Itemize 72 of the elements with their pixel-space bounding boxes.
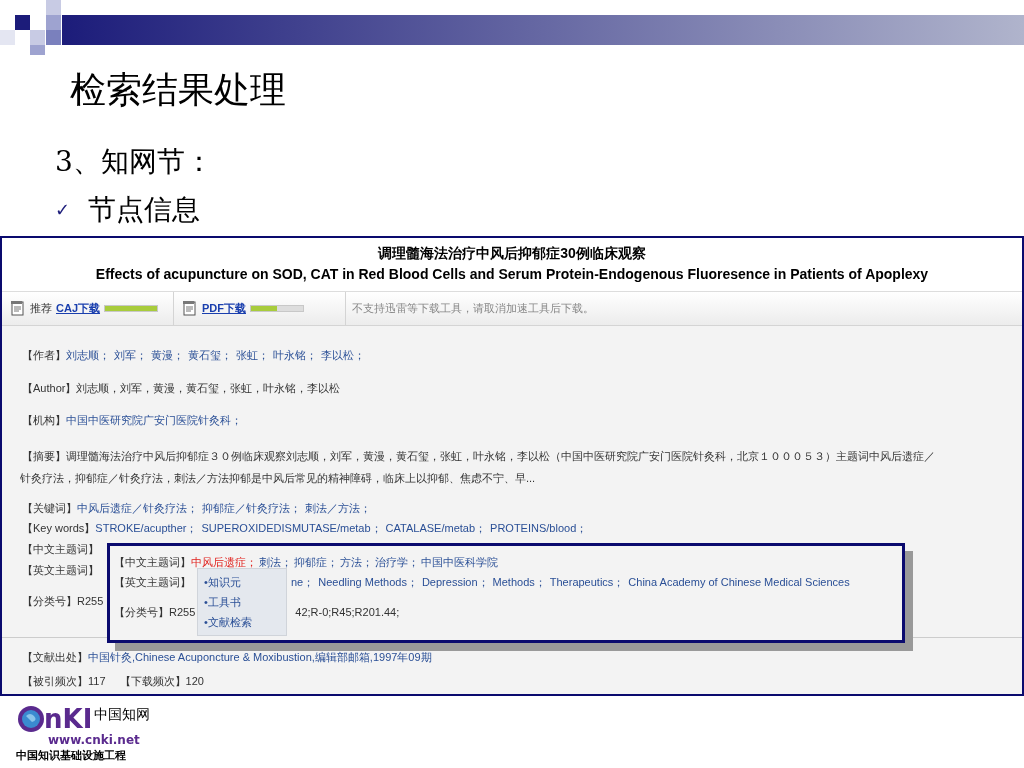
field-label: 【作者】 bbox=[22, 348, 66, 364]
field-link[interactable]: CATALASE/metab； bbox=[385, 520, 487, 537]
field-label: 【Author】 bbox=[22, 381, 77, 397]
field-link[interactable]: 刘志顺； bbox=[66, 347, 110, 364]
field-label: 【摘要】 bbox=[22, 448, 66, 464]
field-label: 【中文主题词】 bbox=[114, 554, 191, 570]
field-label: 【关键词】 bbox=[22, 501, 77, 517]
subject-link[interactable]: 刺法； bbox=[259, 553, 292, 571]
field-link[interactable]: 中国中医研究院广安门医院针灸科； bbox=[66, 412, 242, 429]
globe-icon bbox=[16, 704, 46, 734]
field-value: R255 bbox=[169, 604, 196, 620]
count-text: 【被引频次】117 bbox=[22, 673, 106, 689]
field-value: 刘志顺，刘军，黄漫，黄石玺，张虹，叶永铭，李以松 bbox=[76, 381, 341, 397]
document-icon bbox=[10, 300, 26, 317]
field-link[interactable]: STROKE/acupther； bbox=[95, 520, 198, 537]
field-link[interactable]: 张虹； bbox=[236, 347, 269, 364]
recommend-label: 推荐 bbox=[30, 300, 52, 316]
document-icon bbox=[182, 300, 198, 317]
field-label: 【文献出处】 bbox=[22, 649, 88, 665]
logo-tagline: 中国知识基础设施工程 bbox=[16, 748, 127, 764]
subject-link[interactable]: 方法； bbox=[340, 553, 373, 571]
abstract-line: 针灸疗法，抑郁症／针灸疗法，刺法／方法抑郁是中风后常见的精神障碍，临床上以抑郁、焦虑不宁、早... bbox=[20, 470, 537, 486]
article-title: 调理髓海法治疗中风后抑郁症30例临床观察 bbox=[378, 244, 646, 264]
count-text: 【下载频次】120 bbox=[119, 673, 204, 689]
source-link[interactable]: ,Chinese Acuponcture & Moxibustion bbox=[132, 648, 312, 666]
abstract-line: 调理髓海法治疗中风后抑郁症３０例临床观察刘志顺，刘军，黄漫，黄石玺，张虹，叶永铭，李以松（中国中医研究院广安门医院针灸科，北京１０００５３）主题词中风后遗症／ bbox=[66, 448, 935, 464]
article-title-english: Effects of acupuncture on SOD, CAT in Red Blood Cells and Serum Protein-Endogenous Fluoresence in Patients of Apoplexy bbox=[95, 265, 929, 285]
slide-title: 检索结果处理 bbox=[70, 68, 286, 112]
download-link[interactable]: CAJ下载 bbox=[56, 299, 100, 317]
subject-link[interactable]: ne； bbox=[291, 573, 315, 591]
subject-link[interactable]: 抑郁症； bbox=[294, 553, 338, 571]
field-label: 【英文主题词】 bbox=[114, 574, 191, 590]
field-label: 【Key words】 bbox=[22, 521, 96, 537]
bullet-text: 节点信息 bbox=[88, 191, 201, 228]
field-link[interactable]: 叶永铭； bbox=[273, 347, 317, 364]
logo-chinese: 中国知网 bbox=[94, 705, 151, 724]
field-link[interactable]: PROTEINS/blood； bbox=[490, 520, 588, 537]
field-link[interactable]: 刺法／方法； bbox=[305, 500, 371, 517]
subject-link[interactable]: Methods； bbox=[492, 573, 546, 591]
menu-item[interactable]: •知识元 bbox=[204, 572, 286, 592]
field-label: 【英文主题词】 bbox=[22, 563, 99, 579]
field-value: 42;R-0;R45;R201.44; bbox=[295, 604, 400, 620]
menu-item[interactable]: •工具书 bbox=[204, 592, 286, 612]
source-link[interactable]: 中国针灸 bbox=[88, 648, 132, 666]
subject-link[interactable]: 治疗学； bbox=[375, 553, 419, 571]
subject-link[interactable]: 中风后遗症； bbox=[191, 553, 257, 571]
field-link[interactable]: 黄漫； bbox=[151, 347, 184, 364]
field-link[interactable]: 抑郁症／针灸疗法； bbox=[202, 500, 301, 517]
subject-link[interactable]: Therapeutics； bbox=[549, 573, 625, 591]
slide-subtitle: 3、知网节： bbox=[55, 144, 213, 180]
source-link[interactable]: ,1997年09期 bbox=[369, 648, 432, 666]
download-link[interactable]: PDF下载 bbox=[202, 299, 246, 317]
field-label: 【中文主题词】 bbox=[22, 542, 99, 558]
download-notice: 不支持迅雷等下载工具，请取消加速工具后下载。 bbox=[351, 300, 594, 316]
subject-link[interactable]: Needling Methods； bbox=[318, 573, 418, 591]
field-label: 【机构】 bbox=[22, 413, 66, 429]
source-link[interactable]: ,编辑部邮箱 bbox=[311, 648, 370, 666]
menu-item[interactable]: •文献检索 bbox=[204, 612, 286, 632]
logo-url: www.cnki.net bbox=[48, 734, 141, 746]
field-label: 【分类号】 bbox=[114, 604, 169, 620]
field-link[interactable]: 李以松； bbox=[321, 347, 365, 364]
check-icon: ✓ bbox=[55, 196, 71, 223]
field-link[interactable]: SUPEROXIDEDISMUTASE/metab； bbox=[201, 520, 382, 537]
field-link[interactable]: 刘军； bbox=[114, 347, 147, 364]
field-link[interactable]: 中风后遗症／针灸疗法； bbox=[77, 500, 198, 517]
field-label: 【分类号】 bbox=[22, 594, 77, 610]
field-link[interactable]: 黄石玺； bbox=[188, 347, 232, 364]
logo-mark: nKI bbox=[44, 706, 93, 732]
subject-link[interactable]: China Academy of Chinese Medical Sciences bbox=[628, 573, 850, 591]
subject-link[interactable]: 中国中医科学院 bbox=[421, 553, 498, 571]
field-value: R255 bbox=[77, 594, 104, 610]
subject-link[interactable]: Depression； bbox=[421, 573, 489, 591]
